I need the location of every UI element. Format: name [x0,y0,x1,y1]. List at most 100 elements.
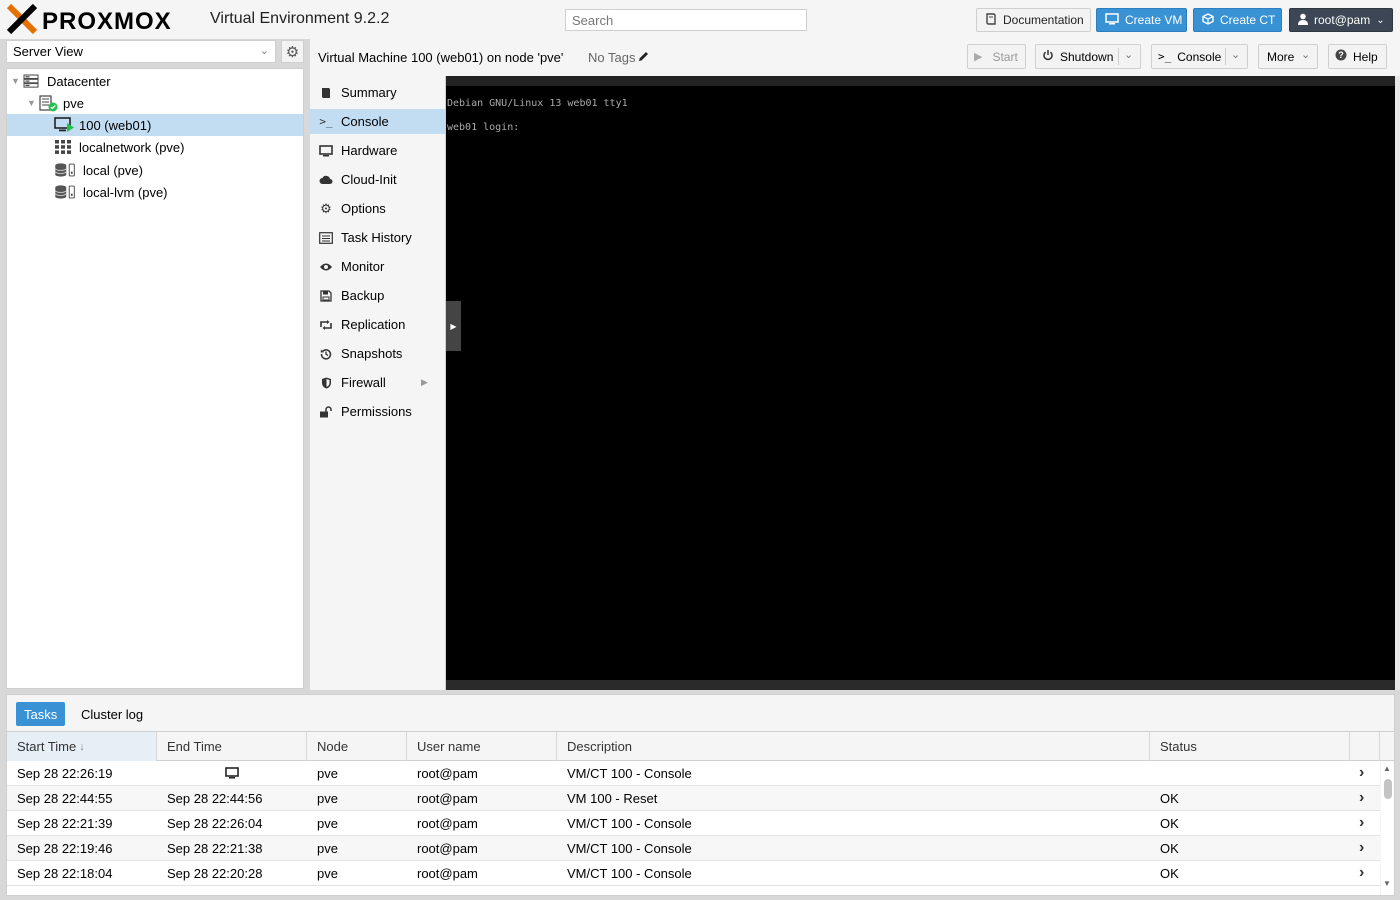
vm-running-icon [54,116,76,134]
node-online-icon [38,94,60,112]
row-detail-chevron-icon[interactable]: › [1359,786,1364,810]
resource-tree: ▼ Datacenter ▼ pve 100 (web01) localnetw… [6,68,304,689]
scroll-down-icon[interactable]: ▼ [1383,879,1391,888]
tasks-grid-header: Start Time ↓ End Time Node User name Des… [7,731,1394,761]
vm-nav-menu: Summary >_ Console Hardware Cloud-Init ⚙… [310,76,446,690]
nav-item-options[interactable]: ⚙ Options [310,196,445,221]
unlock-icon [318,405,334,418]
chevron-down-icon[interactable]: ⌄ [1124,48,1133,61]
nav-item-hardware[interactable]: Hardware [310,138,445,163]
nav-item-replication[interactable]: Replication [310,312,445,337]
proxmox-logo-text: PROXMOX [42,8,172,35]
cube-icon [1202,12,1214,28]
tags-editor[interactable]: No Tags [588,50,649,65]
nav-item-summary[interactable]: Summary [310,80,445,105]
help-button[interactable]: ? Help [1328,44,1387,69]
table-row[interactable]: Sep 28 22:19:46 Sep 28 22:21:38 pve root… [7,836,1380,861]
tab-tasks[interactable]: Tasks [16,702,66,726]
caret-right-icon: ▶ [450,321,457,331]
chevron-down-icon: ⌄ [1301,49,1311,61]
search-input[interactable] [565,9,807,31]
sdn-zone-icon [54,138,76,156]
tab-cluster-log[interactable]: Cluster log [73,702,151,726]
nav-item-permissions[interactable]: Permissions [310,399,445,424]
tasks-scrollbar[interactable]: ▲ ▼ [1381,761,1394,895]
chevron-down-icon: ⌄ [259,45,269,57]
history-icon [318,348,334,360]
table-row[interactable]: Sep 28 22:18:04 Sep 28 22:20:28 pve root… [7,861,1380,886]
column-user-name[interactable]: User name [407,732,557,761]
nav-item-backup[interactable]: Backup [310,283,445,308]
row-detail-chevron-icon[interactable]: › [1359,811,1364,835]
tree-node-localnetwork[interactable]: localnetwork (pve) [7,136,303,158]
help-icon: ? [1335,49,1347,64]
row-detail-chevron-icon[interactable]: › [1359,836,1364,860]
expand-arrow-icon[interactable]: ▶ [421,377,428,388]
nav-item-firewall[interactable]: Firewall ▶ [310,370,445,395]
column-start-time[interactable]: Start Time ↓ [7,732,157,761]
gear-icon: ⚙ [285,43,300,61]
column-description[interactable]: Description [557,732,1150,761]
column-node[interactable]: Node [307,732,407,761]
scrollbar-thumb[interactable] [1384,779,1392,799]
tasks-grid-body: Sep 28 22:26:19 pve root@pam VM/CT 100 -… [7,761,1380,895]
nav-item-console[interactable]: >_ Console [310,109,445,134]
top-header: PROXMOX Virtual Environment 9.2.2 Docume… [0,0,1400,39]
desktop-icon [318,144,334,157]
book-icon [318,87,334,99]
nav-item-cloud-init[interactable]: Cloud-Init [310,167,445,192]
monitor-icon [225,761,239,785]
scroll-up-icon[interactable]: ▲ [1383,764,1391,773]
console-line: Debian GNU/Linux 13 web01 tty1 [447,98,628,109]
pencil-icon[interactable] [638,50,649,65]
tree-node-vm-100[interactable]: 100 (web01) [7,114,303,136]
datacenter-icon [23,72,45,90]
column-status[interactable]: Status [1150,732,1350,761]
play-icon: ▶ [974,51,983,63]
terminal-icon: >_ [319,115,333,128]
column-actions [1350,732,1380,761]
create-vm-button[interactable]: Create VM [1096,8,1187,32]
power-icon [1042,49,1054,64]
create-ct-button[interactable]: Create CT [1193,8,1282,32]
table-row[interactable]: Sep 28 22:21:39 Sep 28 22:26:04 pve root… [7,811,1380,836]
shield-icon [318,377,334,389]
more-button[interactable]: More ⌄ [1258,44,1318,69]
column-end-time[interactable]: End Time [157,732,307,761]
console-button[interactable]: >_ Console ⌄ [1151,44,1248,69]
row-detail-chevron-icon[interactable]: › [1359,761,1364,785]
tree-node-local-lvm[interactable]: local-lvm (pve) [7,181,303,203]
tree-node-pve[interactable]: ▼ pve [7,92,303,114]
cloud-icon [318,175,334,185]
table-row[interactable]: Sep 28 22:26:19 pve root@pam VM/CT 100 -… [7,761,1380,786]
nav-item-task-history[interactable]: Task History [310,225,445,250]
user-menu-button[interactable]: root@pam ⌄ [1289,8,1393,32]
collapse-icon[interactable]: ▼ [11,76,20,86]
view-selector[interactable]: Server View ⌄ [6,40,276,63]
documentation-button[interactable]: Documentation [976,8,1091,32]
sort-desc-icon: ↓ [79,740,85,753]
tree-node-datacenter[interactable]: ▼ Datacenter [7,70,303,92]
nav-item-snapshots[interactable]: Snapshots [310,341,445,366]
vm-toolbar: Virtual Machine 100 (web01) on node 'pve… [310,39,1400,76]
user-icon [1298,13,1308,28]
desktop-icon [1105,12,1119,28]
proxmox-logo[interactable]: PROXMOX [6,3,202,35]
tree-node-local[interactable]: local (pve) [7,159,303,181]
shutdown-button[interactable]: Shutdown ⌄ [1035,44,1141,69]
console-sidebar-toggle[interactable]: ▶ [446,301,461,351]
start-button[interactable]: ▶ Start [967,44,1026,69]
nav-item-monitor[interactable]: Monitor [310,254,445,279]
table-row[interactable]: Sep 28 22:44:55 Sep 28 22:44:56 pve root… [7,786,1380,811]
tree-settings-button[interactable]: ⚙ [281,40,304,63]
collapse-icon[interactable]: ▼ [27,98,36,108]
storage-icon [54,183,76,201]
chevron-down-icon[interactable]: ⌄ [1231,48,1240,61]
vm-title: Virtual Machine 100 (web01) on node 'pve… [318,50,564,65]
row-detail-chevron-icon[interactable]: › [1359,861,1364,885]
vnc-console[interactable]: Debian GNU/Linux 13 web01 tty1 web01 log… [446,76,1395,690]
storage-icon [54,161,76,179]
floppy-icon [318,289,334,302]
terminal-icon: >_ [1158,50,1172,63]
bottom-panel: Tasks Cluster log Start Time ↓ End Time … [6,694,1395,896]
